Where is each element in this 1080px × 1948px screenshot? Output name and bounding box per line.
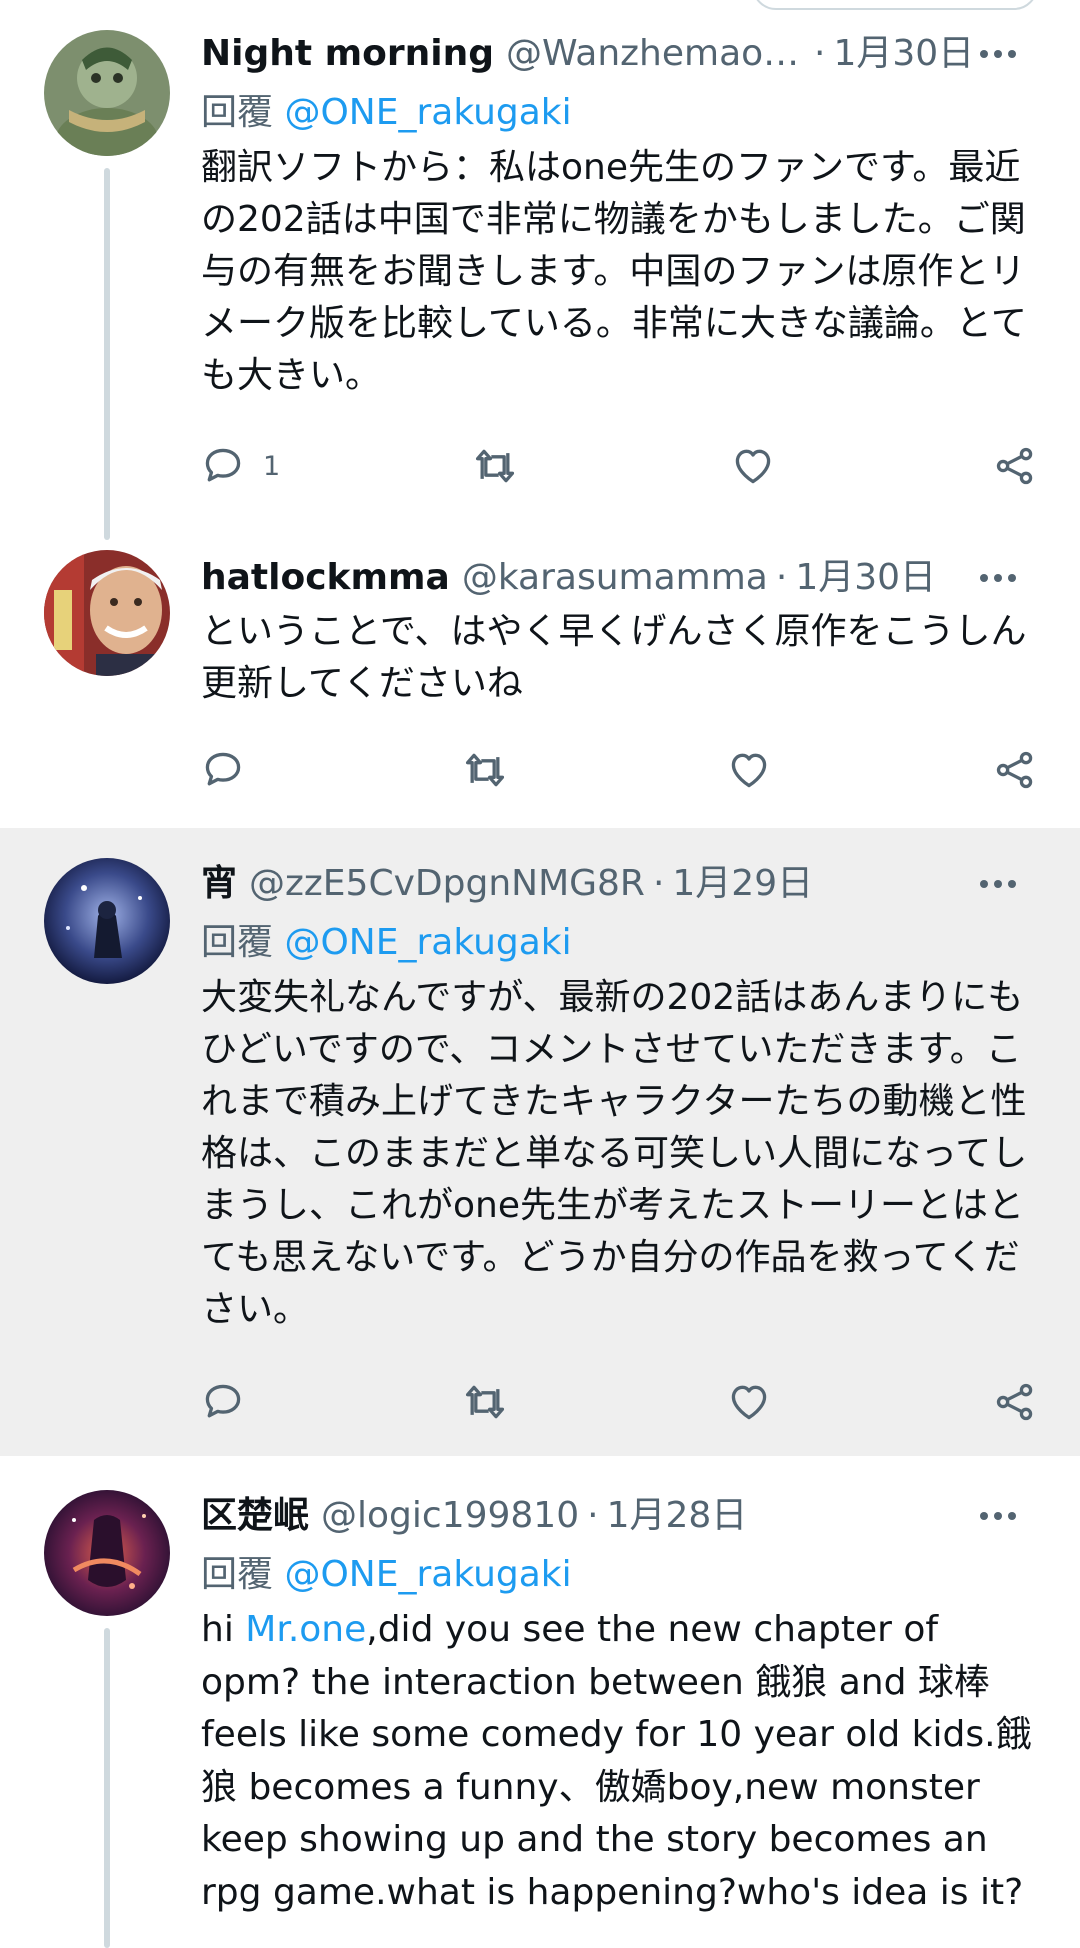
more-options-button[interactable]: [972, 552, 1024, 604]
heart-icon: [731, 1385, 767, 1420]
avatar[interactable]: [44, 30, 170, 156]
like-button[interactable]: [727, 1372, 771, 1432]
retweet-icon: [465, 1385, 505, 1419]
tweet-text: 翻訳ソフトから：私はone先生のファンです。最近の202話は中国で非常に物議をか…: [201, 147, 1027, 396]
text-part: hi: [201, 1609, 246, 1650]
share-icon: [996, 1383, 1033, 1421]
action-bar: 1: [201, 436, 1041, 496]
tweet-header: Night morning @Wanzhemaos... · 1月30日: [201, 28, 1040, 80]
like-button[interactable]: [731, 436, 775, 496]
tweet-qu-chu-min[interactable]: 区楚岷 @logic199810 · 1月28日 回覆 @ONE_rakugak…: [0, 1460, 1080, 1948]
share-icon: [996, 751, 1033, 789]
reply-mention-link[interactable]: @ONE_rakugaki: [284, 92, 571, 133]
separator: ·: [813, 33, 826, 74]
more-horizontal-icon: [980, 880, 1016, 888]
display-name[interactable]: 区楚岷: [201, 1490, 309, 1542]
share-button[interactable]: [993, 436, 1037, 496]
tweet-text: ということで、はやく早くげんさく原作をこうしん更新してくださいね: [201, 611, 1027, 704]
reply-count: 1: [263, 450, 281, 482]
tweet-header: 区楚岷 @logic199810 · 1月28日: [201, 1490, 1040, 1542]
like-button[interactable]: [727, 740, 771, 800]
reply-prefix: 回覆: [201, 922, 274, 963]
retweet-icon: [475, 449, 515, 483]
reply-button[interactable]: 1: [201, 436, 280, 496]
share-button[interactable]: [993, 740, 1037, 800]
more-options-button[interactable]: [972, 858, 1024, 910]
thread-line: [104, 1628, 110, 1948]
tweet-header: 宵 @zzE5CvDpgnNMG8R · 1月29日: [201, 858, 1040, 910]
reply-bubble-icon: [205, 448, 241, 482]
user-handle[interactable]: @karasumamma: [462, 552, 768, 604]
timestamp[interactable]: 1月30日: [795, 552, 936, 604]
reply-button[interactable]: [201, 740, 245, 800]
user-handle[interactable]: @Wanzhemaos...: [506, 28, 806, 80]
user-handle[interactable]: @logic199810: [321, 1490, 579, 1542]
tweet-xiao[interactable]: 宵 @zzE5CvDpgnNMG8R · 1月29日 回覆 @ONE_rakug…: [0, 828, 1080, 1456]
mention-link[interactable]: Mr.one: [245, 1609, 366, 1650]
thread-line: [104, 168, 110, 540]
retweet-button[interactable]: [473, 436, 517, 496]
timestamp[interactable]: 1月29日: [672, 858, 813, 910]
reply-mention-link[interactable]: @ONE_rakugaki: [284, 922, 571, 963]
user-handle[interactable]: @zzE5CvDpgnNMG8R: [249, 858, 645, 910]
reply-bubble-icon: [205, 752, 241, 786]
share-button[interactable]: [993, 1372, 1037, 1432]
retweet-icon: [465, 753, 505, 787]
separator: ·: [652, 863, 665, 904]
display-name[interactable]: 宵: [201, 858, 237, 910]
tweet-hatlockmma[interactable]: hatlockmma @karasumamma · 1月30日 ということで、は…: [0, 540, 1080, 825]
display-name[interactable]: Night morning: [201, 28, 494, 80]
action-bar: [201, 740, 1041, 800]
reply-bubble-icon: [205, 1384, 241, 1418]
tweet-header: hatlockmma @karasumamma · 1月30日: [201, 552, 1040, 604]
reply-button[interactable]: [201, 1372, 245, 1432]
tweet-night-morning[interactable]: Night morning @Wanzhemaos... · 1月30日 回覆 …: [0, 0, 1080, 540]
display-name[interactable]: hatlockmma: [201, 552, 450, 604]
more-horizontal-icon: [980, 50, 1016, 58]
retweet-button[interactable]: [463, 740, 507, 800]
more-options-button[interactable]: [972, 1490, 1024, 1542]
more-horizontal-icon: [980, 1512, 1016, 1520]
share-icon: [996, 447, 1033, 485]
reply-prefix: 回覆: [201, 92, 274, 133]
tweet-text: hi Mr.one,did you see the new chapter of…: [201, 1604, 1040, 1919]
reply-mention-link[interactable]: @ONE_rakugaki: [284, 1554, 571, 1595]
reply-prefix: 回覆: [201, 1554, 274, 1595]
separator: ·: [587, 1495, 599, 1536]
separator: ·: [775, 557, 788, 598]
text-part: ,did you see the new chapter of opm? the…: [201, 1609, 1032, 1913]
more-options-button[interactable]: [972, 28, 1024, 80]
heart-icon: [731, 753, 767, 788]
tweet-text: 大変失礼なんですが、最新の202話はあんまりにもひどいですので、コメントさせてい…: [201, 977, 1028, 1330]
retweet-button[interactable]: [463, 1372, 507, 1432]
avatar[interactable]: [44, 550, 170, 676]
reply-context: 回覆 @ONE_rakugaki: [201, 1548, 1040, 1602]
avatar[interactable]: [44, 1490, 170, 1616]
timestamp[interactable]: 1月28日: [607, 1490, 748, 1542]
avatar[interactable]: [44, 858, 170, 984]
reply-context: 回覆 @ONE_rakugaki: [201, 916, 1040, 970]
action-bar: [201, 1372, 1041, 1432]
timestamp[interactable]: 1月30日: [833, 28, 974, 80]
reply-context: 回覆 @ONE_rakugaki: [201, 86, 1040, 140]
more-horizontal-icon: [980, 574, 1016, 582]
heart-icon: [735, 449, 771, 484]
